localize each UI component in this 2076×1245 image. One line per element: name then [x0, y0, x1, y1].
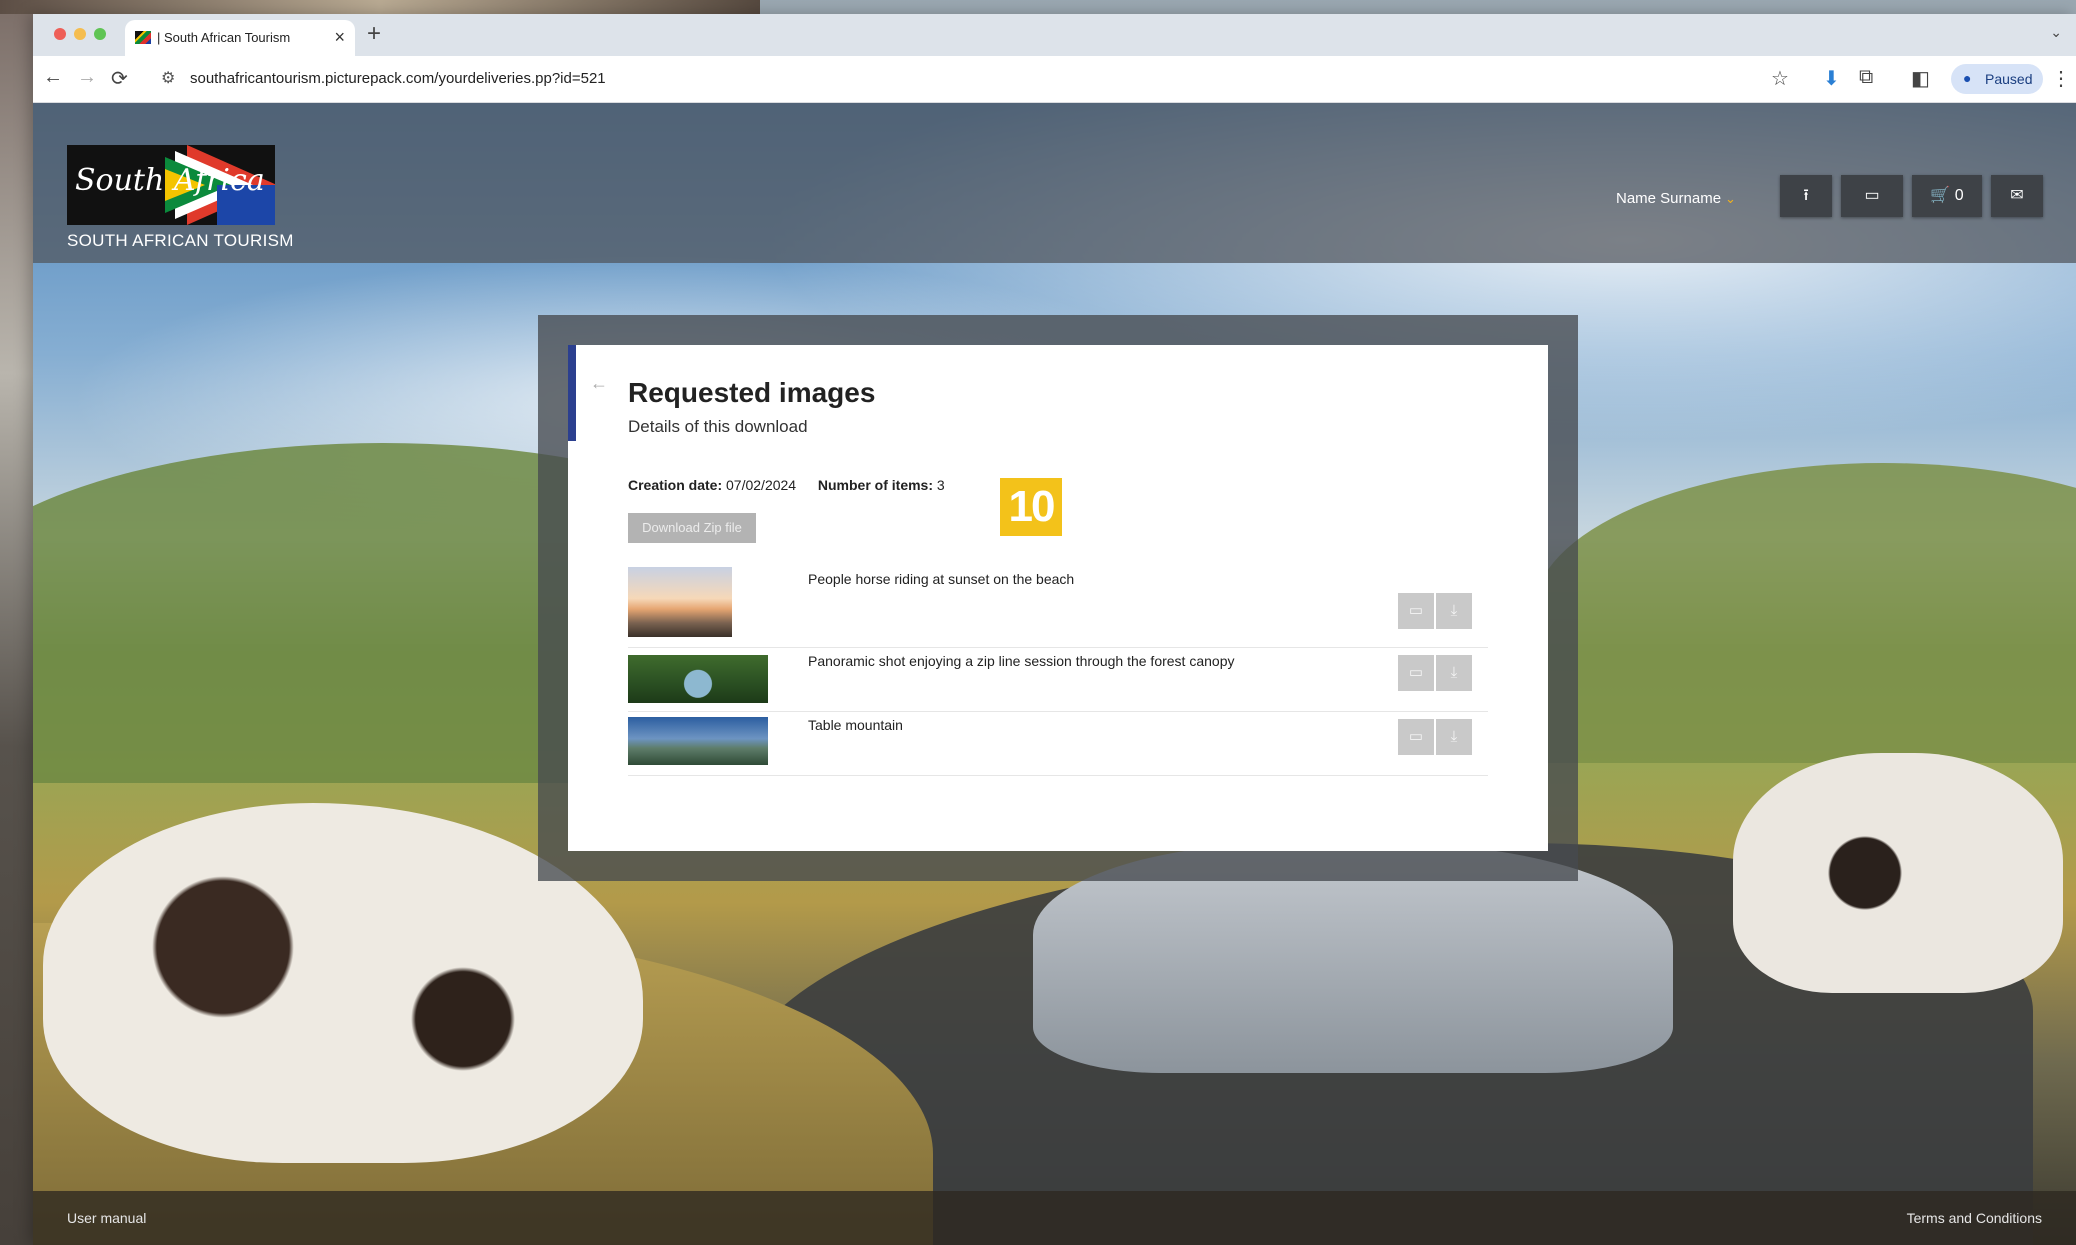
item-title: People horse riding at sunset on the bea…: [808, 571, 1075, 587]
cart-count: 0: [1954, 187, 1964, 204]
preview-icon: ▭: [1408, 602, 1424, 619]
creation-date-label: Creation date:: [628, 477, 723, 493]
south-africa-logo[interactable]: South Africa: [67, 145, 275, 225]
title-accent-bar: [568, 345, 576, 441]
close-window-button[interactable]: [54, 28, 66, 40]
lightbox-button[interactable]: ▭: [1841, 175, 1903, 217]
tab-title: | South African Tourism: [157, 30, 291, 45]
background-cow-right: [1733, 753, 2063, 993]
item-title: Panoramic shot enjoying a zip line sessi…: [808, 653, 1235, 669]
maximize-window-button[interactable]: [94, 28, 106, 40]
preview-button[interactable]: ▭: [1398, 719, 1434, 755]
creation-date-value: 07/02/2024: [726, 477, 797, 493]
profile-button[interactable]: ● Paused: [1951, 64, 2043, 94]
download-icon: ⤓: [1450, 664, 1458, 681]
user-menu[interactable]: Name Surname ⌄: [1616, 190, 1736, 207]
download-button[interactable]: ⤓: [1436, 719, 1472, 755]
site-header: South Africa SOUTH AFRICAN TOURISM Name …: [33, 103, 2076, 263]
download-icon: ⤓: [1450, 728, 1458, 745]
back-arrow-icon[interactable]: ←: [590, 373, 608, 394]
items-count-value: 3: [936, 477, 945, 493]
items-count-label: Number of items:: [817, 477, 933, 493]
preview-button[interactable]: ▭: [1398, 655, 1434, 691]
chevron-down-icon: ⌄: [1725, 191, 1736, 206]
bookmark-star-icon[interactable]: ☆: [1771, 66, 1789, 91]
forward-button[interactable]: →: [77, 66, 97, 89]
side-panel-icon[interactable]: ◧: [1911, 66, 1930, 91]
south-africa-flag-icon: [135, 31, 151, 44]
tab-south-african-tourism[interactable]: | South African Tourism ×: [125, 20, 355, 56]
terms-link[interactable]: Terms and Conditions: [1907, 1210, 2042, 1226]
list-item: Table mountain ▭ ⤓: [628, 713, 1488, 776]
minimize-window-button[interactable]: [74, 28, 86, 40]
list-item: Panoramic shot enjoying a zip line sessi…: [628, 649, 1488, 712]
item-title: Table mountain: [808, 717, 903, 733]
tab-strip: | South African Tourism × + ⌄: [33, 14, 2076, 56]
preview-icon: ▭: [1408, 728, 1424, 745]
lightbox-icon: ▭: [1864, 187, 1880, 204]
page-subtitle: Details of this download: [628, 417, 808, 436]
browser-menu-icon[interactable]: ⋮: [2051, 66, 2071, 91]
site-footer: User manual Terms and Conditions: [33, 1191, 2076, 1245]
logo-caption: SOUTH AFRICAN TOURISM: [67, 231, 294, 250]
download-icon: ⤓: [1450, 602, 1458, 619]
download-zip-button[interactable]: Download Zip file: [628, 513, 756, 543]
background-strip-top: [0, 0, 760, 14]
download-meta: Creation date: 07/02/2024 Number of item…: [628, 477, 945, 493]
item-thumbnail[interactable]: [628, 717, 768, 765]
reload-button[interactable]: ⟳: [111, 66, 128, 91]
background-hill-right: [1533, 463, 2076, 763]
browser-window: | South African Tourism × + ⌄ ← → ⟳ ⚙ so…: [33, 14, 2076, 1245]
new-tab-button[interactable]: +: [367, 20, 381, 48]
tab-close-icon[interactable]: ×: [334, 27, 345, 48]
messages-button[interactable]: ✉: [1991, 175, 2043, 217]
profile-person-icon: ●: [1963, 70, 1972, 86]
tab-search-chevron-icon[interactable]: ⌄: [2050, 24, 2062, 41]
extensions-puzzle-icon[interactable]: ⧉: [1859, 66, 1873, 89]
preview-icon: ▭: [1408, 664, 1424, 681]
address-bar[interactable]: southafricantourism.picturepack.com/your…: [190, 70, 606, 87]
site-info-icon[interactable]: ⚙: [161, 68, 175, 88]
background-strip-left: [0, 0, 34, 1245]
download-button[interactable]: ⤓: [1436, 593, 1472, 629]
cart-icon: 🛒: [1930, 187, 1951, 204]
cart-button[interactable]: 🛒 0: [1912, 175, 1982, 217]
upload-button[interactable]: ⭱: [1780, 175, 1832, 217]
profile-label: Paused: [1985, 71, 2033, 87]
mail-icon: ✉: [2010, 187, 2024, 204]
page-title: Requested images: [628, 377, 876, 408]
annotation-badge: 10: [1000, 478, 1062, 536]
page-content: South Africa SOUTH AFRICAN TOURISM Name …: [33, 103, 2076, 1245]
download-button[interactable]: ⤓: [1436, 655, 1472, 691]
requested-images-panel: ← Requested images Details of this downl…: [568, 345, 1548, 851]
item-thumbnail[interactable]: [628, 655, 768, 703]
browser-toolbar: ← → ⟳ ⚙ southafricantourism.picturepack.…: [33, 56, 2076, 103]
user-name-label: Name Surname: [1616, 190, 1722, 207]
item-thumbnail[interactable]: [628, 567, 732, 637]
preview-button[interactable]: ▭: [1398, 593, 1434, 629]
user-manual-link[interactable]: User manual: [67, 1210, 146, 1226]
list-item: People horse riding at sunset on the bea…: [628, 567, 1488, 648]
logo-text: South Africa: [75, 163, 265, 198]
back-button[interactable]: ←: [43, 66, 63, 89]
extension-download-icon[interactable]: ⬇: [1823, 66, 1840, 91]
upload-icon: ⭱: [1803, 187, 1809, 204]
